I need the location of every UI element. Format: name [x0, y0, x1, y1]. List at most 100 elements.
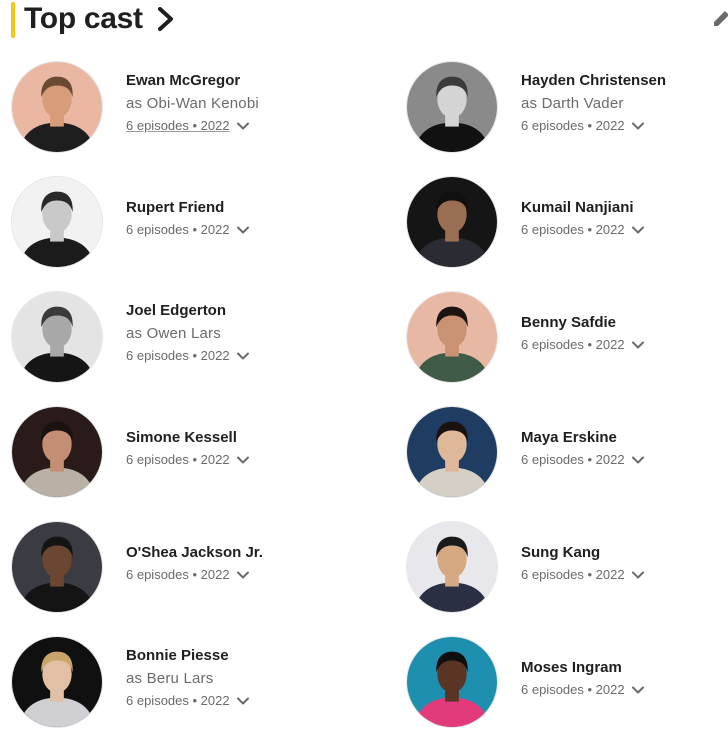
- episodes-dropdown[interactable]: 6 episodes • 2022: [126, 451, 250, 469]
- actor-name-link[interactable]: Ewan McGregor: [126, 71, 259, 91]
- character-name: as Obi-Wan Kenobi: [126, 95, 259, 112]
- actor-name-link[interactable]: Moses Ingram: [521, 658, 645, 678]
- actor-name-link[interactable]: Sung Kang: [521, 543, 645, 563]
- cast-member-item[interactable]: Moses Ingram 6 episodes • 2022: [406, 636, 728, 732]
- character-name: as Darth Vader: [521, 95, 624, 112]
- actor-name-link[interactable]: Benny Safdie: [521, 313, 645, 333]
- cast-member-item[interactable]: Ewan McGregor as Obi-Wan Kenobi 6 episodes…: [11, 61, 351, 157]
- actor-name-link[interactable]: Maya Erskine: [521, 428, 645, 448]
- character-name: as Beru Lars: [126, 670, 214, 687]
- chevron-down-icon[interactable]: [631, 568, 645, 582]
- actor-avatar[interactable]: [11, 636, 103, 728]
- actor-avatar[interactable]: [11, 61, 103, 153]
- episodes-count[interactable]: 6 episodes • 2022: [521, 451, 625, 469]
- actor-portrait: [12, 177, 102, 267]
- episodes-count[interactable]: 6 episodes • 2022: [521, 681, 625, 699]
- cast-member-item[interactable]: Bonnie Piesse as Beru Lars 6 episodes • 20…: [11, 636, 351, 732]
- cast-info: Sung Kang 6 episodes • 2022: [521, 543, 645, 584]
- episodes-count[interactable]: 6 episodes • 2022: [521, 566, 625, 584]
- edit-pencil-icon[interactable]: [710, 6, 728, 30]
- actor-name-link[interactable]: Hayden Christensen: [521, 71, 666, 91]
- actor-portrait: [407, 292, 497, 382]
- cast-member-item[interactable]: Hayden Christensen as Darth Vader 6 episod…: [406, 61, 728, 157]
- chevron-right-icon[interactable]: [155, 6, 177, 32]
- actor-name-link[interactable]: O'Shea Jackson Jr.: [126, 543, 263, 563]
- chevron-down-icon[interactable]: [631, 119, 645, 133]
- actor-name-link[interactable]: Simone Kessell: [126, 428, 250, 448]
- cast-member-item[interactable]: Benny Safdie 6 episodes • 2022: [406, 291, 728, 387]
- actor-avatar[interactable]: [406, 176, 498, 268]
- actor-portrait: [12, 407, 102, 497]
- cast-member-item[interactable]: Maya Erskine 6 episodes • 2022: [406, 406, 728, 502]
- actor-avatar[interactable]: [406, 521, 498, 613]
- section-title[interactable]: Top cast: [24, 1, 143, 37]
- actor-avatar[interactable]: [406, 291, 498, 383]
- chevron-down-icon[interactable]: [236, 223, 250, 237]
- cast-member-item[interactable]: Simone Kessell 6 episodes • 2022: [11, 406, 351, 502]
- accent-bar: [11, 2, 15, 38]
- cast-info: O'Shea Jackson Jr. 6 episodes • 2022: [126, 543, 263, 584]
- episodes-dropdown[interactable]: 6 episodes • 2022: [126, 117, 259, 135]
- actor-portrait: [407, 62, 497, 152]
- episodes-count[interactable]: 6 episodes • 2022: [126, 347, 230, 365]
- chevron-down-icon[interactable]: [236, 453, 250, 467]
- chevron-down-icon[interactable]: [631, 683, 645, 697]
- episodes-dropdown[interactable]: 6 episodes • 2022: [521, 681, 645, 699]
- section-header: Top cast: [0, 0, 728, 40]
- episodes-count[interactable]: 6 episodes • 2022: [126, 692, 230, 710]
- actor-avatar[interactable]: [406, 636, 498, 728]
- episodes-dropdown[interactable]: 6 episodes • 2022: [521, 451, 645, 469]
- episodes-count[interactable]: 6 episodes • 2022: [126, 451, 230, 469]
- cast-member-item[interactable]: Kumail Nanjiani 6 episodes • 2022: [406, 176, 728, 272]
- episodes-dropdown[interactable]: 6 episodes • 2022: [521, 117, 666, 135]
- actor-avatar[interactable]: [11, 521, 103, 613]
- actor-name-link[interactable]: Bonnie Piesse: [126, 646, 250, 666]
- cast-info: Bonnie Piesse as Beru Lars 6 episodes • 20…: [126, 646, 250, 710]
- cast-info: Hayden Christensen as Darth Vader 6 episod…: [521, 71, 666, 135]
- chevron-down-icon[interactable]: [236, 119, 250, 133]
- cast-info: Maya Erskine 6 episodes • 2022: [521, 428, 645, 469]
- chevron-down-icon[interactable]: [631, 223, 645, 237]
- actor-portrait: [12, 522, 102, 612]
- episodes-count[interactable]: 6 episodes • 2022: [126, 221, 230, 239]
- episodes-dropdown[interactable]: 6 episodes • 2022: [521, 566, 645, 584]
- actor-avatar[interactable]: [406, 406, 498, 498]
- cast-member-item[interactable]: Sung Kang 6 episodes • 2022: [406, 521, 728, 617]
- actor-name-link[interactable]: Rupert Friend: [126, 198, 250, 218]
- chevron-down-icon[interactable]: [236, 694, 250, 708]
- episodes-count[interactable]: 6 episodes • 2022: [521, 336, 625, 354]
- episodes-count[interactable]: 6 episodes • 2022: [521, 117, 625, 135]
- actor-avatar[interactable]: [406, 61, 498, 153]
- actor-name-link[interactable]: Joel Edgerton: [126, 301, 250, 321]
- episodes-dropdown[interactable]: 6 episodes • 2022: [521, 336, 645, 354]
- actor-portrait: [12, 637, 102, 727]
- chevron-down-icon[interactable]: [236, 568, 250, 582]
- episodes-count[interactable]: 6 episodes • 2022: [521, 221, 625, 239]
- chevron-down-icon[interactable]: [631, 338, 645, 352]
- cast-info: Joel Edgerton as Owen Lars 6 episodes • 20…: [126, 301, 250, 365]
- chevron-down-icon[interactable]: [631, 453, 645, 467]
- actor-portrait: [407, 522, 497, 612]
- actor-name-link[interactable]: Kumail Nanjiani: [521, 198, 645, 218]
- actor-avatar[interactable]: [11, 176, 103, 268]
- cast-info: Rupert Friend 6 episodes • 2022: [126, 198, 250, 239]
- cast-info: Simone Kessell 6 episodes • 2022: [126, 428, 250, 469]
- episodes-dropdown[interactable]: 6 episodes • 2022: [126, 221, 250, 239]
- actor-avatar[interactable]: [11, 406, 103, 498]
- actor-portrait: [407, 177, 497, 267]
- chevron-down-icon[interactable]: [236, 349, 250, 363]
- episodes-dropdown[interactable]: 6 episodes • 2022: [126, 692, 250, 710]
- actor-avatar[interactable]: [11, 291, 103, 383]
- cast-member-item[interactable]: O'Shea Jackson Jr. 6 episodes • 2022: [11, 521, 351, 617]
- actor-portrait: [407, 407, 497, 497]
- episodes-dropdown[interactable]: 6 episodes • 2022: [126, 347, 250, 365]
- cast-info: Ewan McGregor as Obi-Wan Kenobi 6 episodes…: [126, 71, 259, 135]
- cast-member-item[interactable]: Rupert Friend 6 episodes • 2022: [11, 176, 351, 272]
- actor-portrait: [407, 637, 497, 727]
- episodes-dropdown[interactable]: 6 episodes • 2022: [126, 566, 263, 584]
- episodes-count[interactable]: 6 episodes • 2022: [126, 117, 230, 135]
- cast-member-item[interactable]: Joel Edgerton as Owen Lars 6 episodes • 20…: [11, 291, 351, 387]
- episodes-count[interactable]: 6 episodes • 2022: [126, 566, 230, 584]
- episodes-dropdown[interactable]: 6 episodes • 2022: [521, 221, 645, 239]
- cast-info: Kumail Nanjiani 6 episodes • 2022: [521, 198, 645, 239]
